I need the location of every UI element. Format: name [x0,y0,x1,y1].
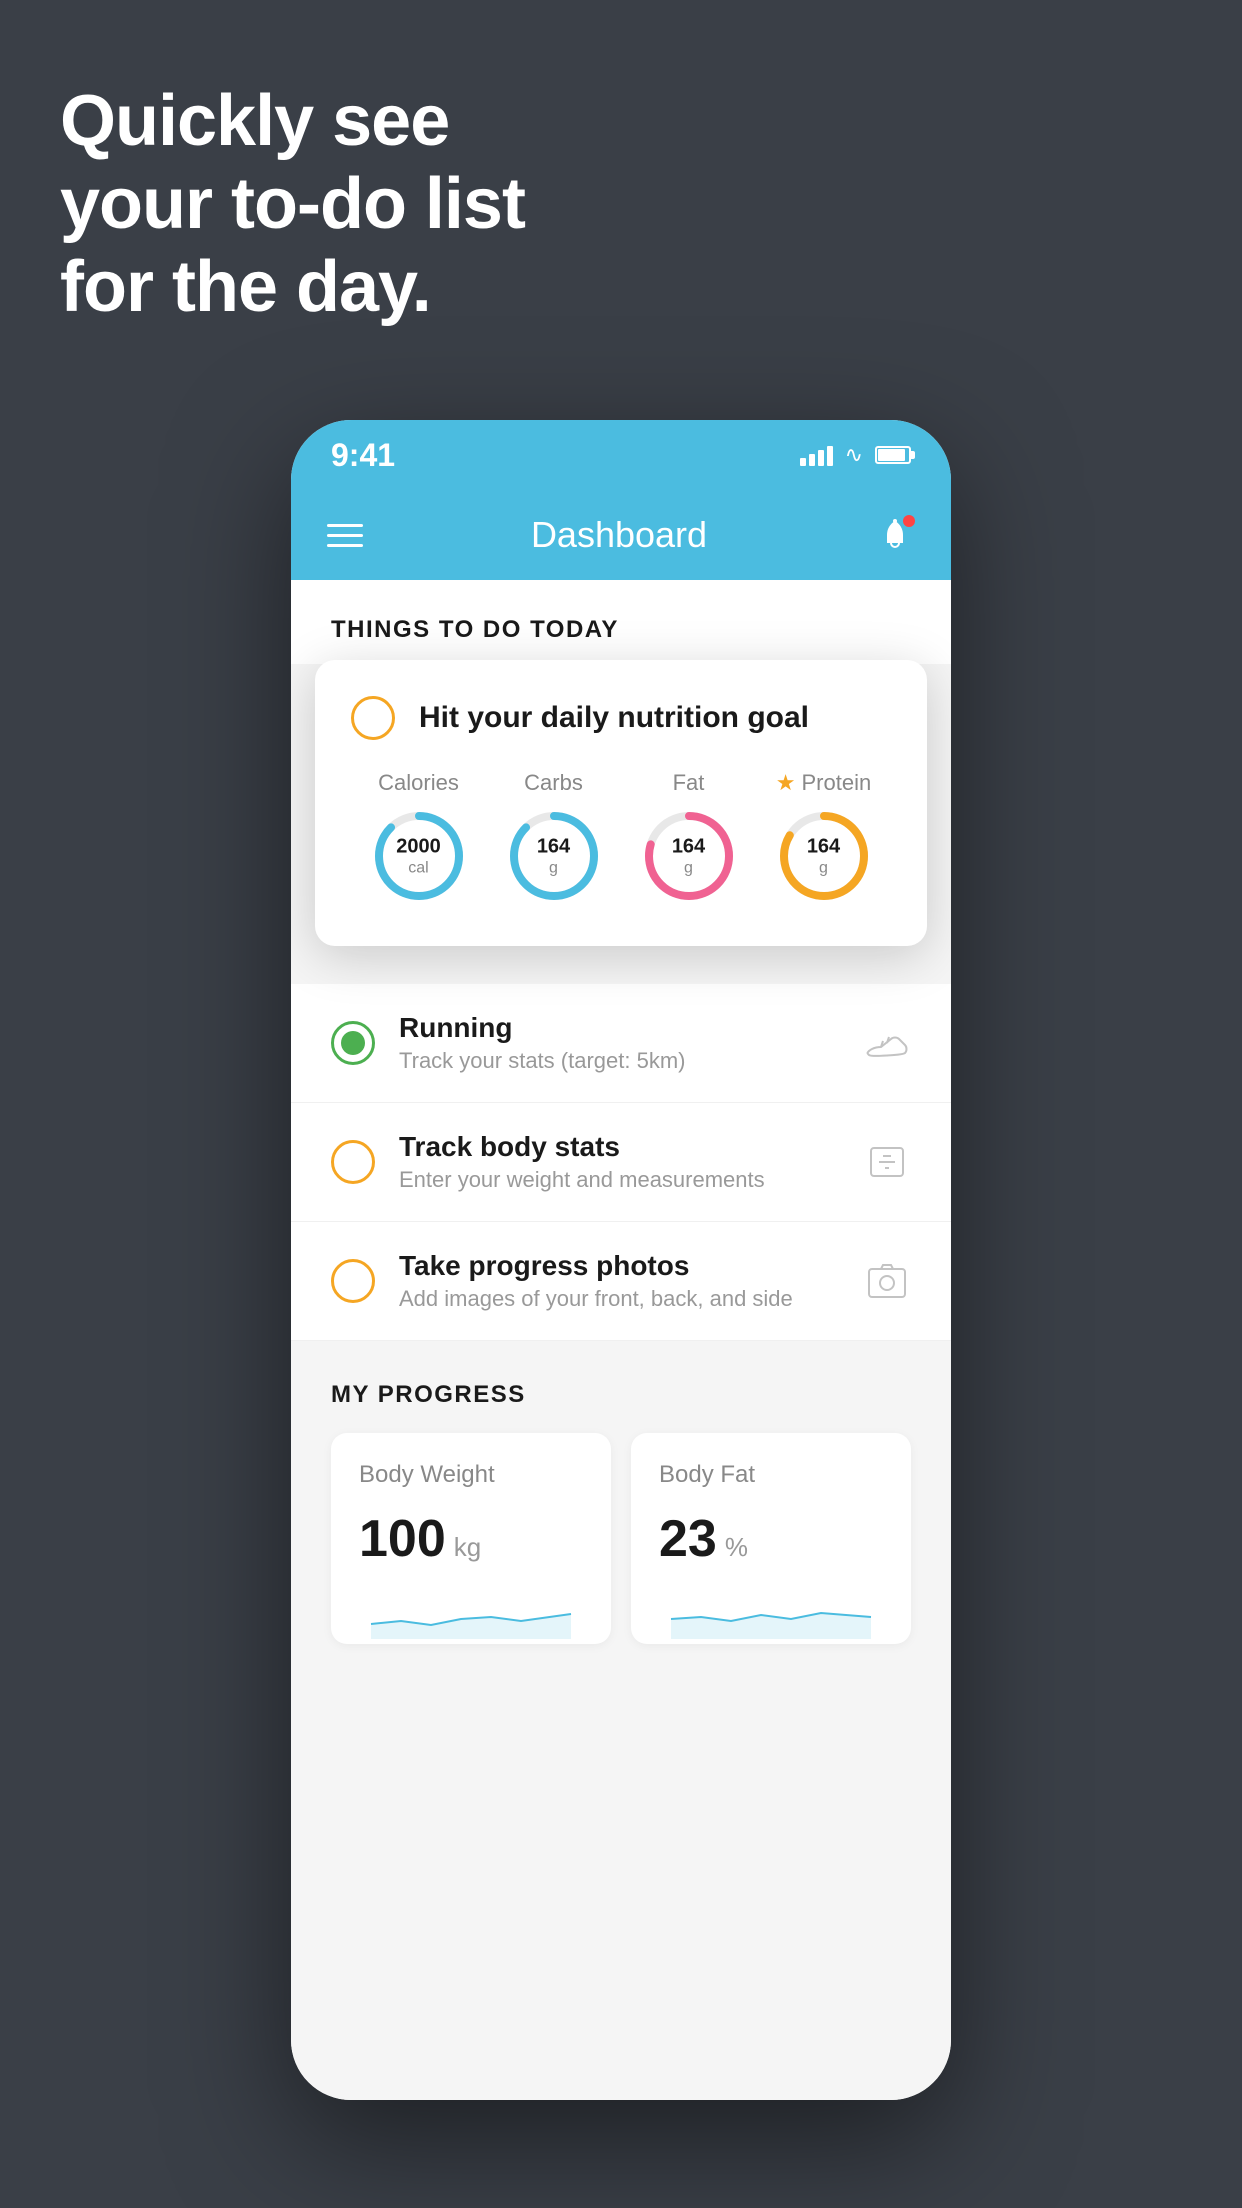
macro-carbs: Carbs 164 g [504,770,604,906]
status-time: 9:41 [331,437,395,474]
content-area: THINGS TO DO TODAY Hit your daily nutrit… [291,580,951,2100]
body-weight-sparkline [359,1589,583,1639]
body-fat-card[interactable]: Body Fat 23 % [631,1433,911,1644]
carbs-donut: 164 g [504,806,604,906]
status-bar: 9:41 ∿ [291,420,951,490]
running-text: Running Track your stats (target: 5km) [399,1012,839,1074]
todo-item-photos[interactable]: Take progress photos Add images of your … [291,1222,951,1341]
wifi-icon: ∿ [845,442,863,468]
body-weight-title: Body Weight [359,1461,583,1489]
calories-label: Calories [378,770,459,796]
shoe-icon [863,1019,911,1067]
nav-bar: Dashboard [291,490,951,580]
status-icons: ∿ [800,442,911,468]
body-stats-text: Track body stats Enter your weight and m… [399,1131,839,1193]
macros-row: Calories 2000 cal [351,770,891,906]
nav-title: Dashboard [531,514,707,556]
things-to-do-header: THINGS TO DO TODAY [291,580,951,664]
body-fat-title: Body Fat [659,1461,883,1489]
photos-status-icon [331,1259,375,1303]
todo-list: Running Track your stats (target: 5km) T… [291,984,951,1341]
protein-label: ★ Protein [776,770,871,796]
hero-text: Quickly see your to-do list for the day. [60,80,525,328]
nutrition-card-title: Hit your daily nutrition goal [419,701,809,735]
carbs-label: Carbs [524,770,583,796]
photos-text: Take progress photos Add images of your … [399,1250,839,1312]
body-fat-value: 23 % [659,1509,883,1569]
photos-subtitle: Add images of your front, back, and side [399,1286,839,1312]
body-fat-unit: % [725,1532,748,1563]
body-weight-number: 100 [359,1509,446,1569]
progress-header: MY PROGRESS [331,1381,911,1409]
body-fat-number: 23 [659,1509,717,1569]
protein-donut: 164 g [774,806,874,906]
photos-title: Take progress photos [399,1250,839,1282]
battery-icon [875,446,911,464]
notification-bell[interactable] [875,515,915,555]
body-weight-unit: kg [454,1532,481,1563]
phone-mockup: 9:41 ∿ Dashboard [291,420,951,2100]
body-weight-card[interactable]: Body Weight 100 kg [331,1433,611,1644]
running-subtitle: Track your stats (target: 5km) [399,1048,839,1074]
body-stats-status-icon [331,1140,375,1184]
calories-donut: 2000 cal [369,806,469,906]
macro-protein: ★ Protein 164 g [774,770,874,906]
nutrition-card: Hit your daily nutrition goal Calories [315,660,927,946]
things-header-text: THINGS TO DO TODAY [331,616,619,643]
running-title: Running [399,1012,839,1044]
signal-icon [800,444,833,466]
nutrition-radio[interactable] [351,696,395,740]
body-stats-subtitle: Enter your weight and measurements [399,1167,839,1193]
running-status-icon [331,1021,375,1065]
macro-fat: Fat 164 g [639,770,739,906]
body-weight-value: 100 kg [359,1509,583,1569]
star-icon: ★ [776,770,796,796]
notification-dot [903,515,915,527]
body-stats-title: Track body stats [399,1131,839,1163]
progress-section: MY PROGRESS Body Weight 100 kg [291,1381,951,1644]
fat-label: Fat [673,770,705,796]
body-fat-sparkline [659,1589,883,1639]
hamburger-menu[interactable] [327,524,363,547]
todo-item-body-stats[interactable]: Track body stats Enter your weight and m… [291,1103,951,1222]
todo-item-running[interactable]: Running Track your stats (target: 5km) [291,984,951,1103]
macro-calories: Calories 2000 cal [369,770,469,906]
scale-icon [863,1138,911,1186]
fat-donut: 164 g [639,806,739,906]
photo-icon [863,1257,911,1305]
progress-cards: Body Weight 100 kg Body Fat [331,1433,911,1644]
